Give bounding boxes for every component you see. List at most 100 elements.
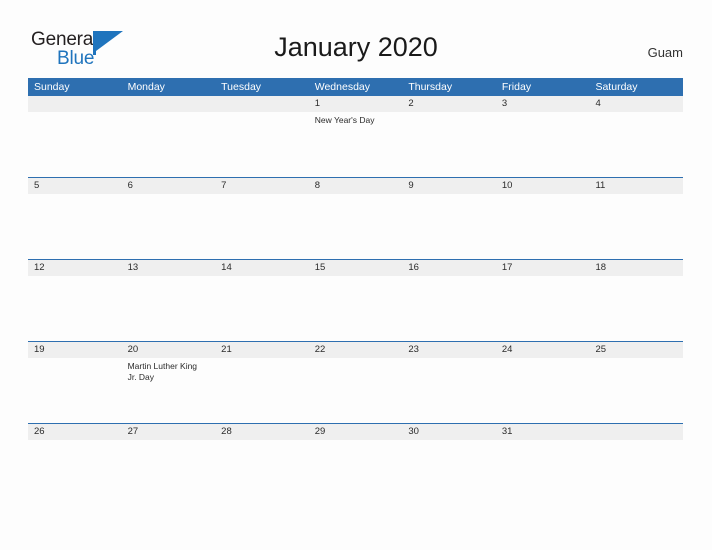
week-event-band (28, 276, 683, 341)
location-label: Guam (647, 45, 683, 60)
day-cell[interactable] (402, 194, 496, 259)
day-cell[interactable]: Martin Luther King Jr. Day (122, 358, 216, 423)
date-number[interactable]: 23 (402, 342, 496, 358)
day-cell[interactable] (589, 112, 683, 177)
day-cell[interactable] (28, 276, 122, 341)
day-cell[interactable] (496, 194, 590, 259)
week-date-band: 12 13 14 15 16 17 18 (28, 260, 683, 276)
calendar-grid: Sunday Monday Tuesday Wednesday Thursday… (28, 78, 683, 505)
day-header-tuesday: Tuesday (221, 81, 262, 93)
day-cell[interactable] (28, 112, 122, 177)
day-header-friday: Friday (501, 81, 532, 93)
day-header-thursday: Thursday (408, 81, 453, 93)
week-event-band (28, 194, 683, 259)
day-cell[interactable] (402, 358, 496, 423)
page-header: General Blue January 2020 Guam (0, 0, 712, 76)
date-number[interactable]: 10 (496, 178, 590, 194)
week-row: 1 2 3 4 New Year's Day (28, 96, 683, 177)
week-row: 12 13 14 15 16 17 18 (28, 259, 683, 341)
day-cell[interactable] (496, 440, 590, 505)
date-number[interactable]: 29 (309, 424, 403, 440)
date-number[interactable]: 24 (496, 342, 590, 358)
date-number[interactable] (28, 96, 122, 112)
date-number[interactable]: 9 (402, 178, 496, 194)
date-number[interactable]: 30 (402, 424, 496, 440)
day-cell[interactable] (402, 440, 496, 505)
date-number[interactable]: 13 (122, 260, 216, 276)
day-of-week-header: Sunday Monday Tuesday Wednesday Thursday… (28, 78, 683, 96)
day-cell[interactable] (402, 276, 496, 341)
date-number[interactable]: 15 (309, 260, 403, 276)
day-cell[interactable] (122, 194, 216, 259)
day-cell[interactable] (496, 358, 590, 423)
date-number[interactable]: 31 (496, 424, 590, 440)
day-cell[interactable]: New Year's Day (309, 112, 403, 177)
date-number[interactable]: 2 (402, 96, 496, 112)
date-number[interactable]: 27 (122, 424, 216, 440)
day-header-sunday: Sunday (34, 81, 70, 93)
date-number[interactable]: 16 (402, 260, 496, 276)
page-title: January 2020 (274, 32, 438, 62)
week-row: 5 6 7 8 9 10 11 (28, 177, 683, 259)
day-cell[interactable] (496, 112, 590, 177)
day-cell[interactable] (28, 358, 122, 423)
date-number[interactable]: 4 (589, 96, 683, 112)
event-label: Martin Luther King Jr. Day (127, 361, 198, 382)
day-cell[interactable] (122, 276, 216, 341)
date-number[interactable]: 3 (496, 96, 590, 112)
day-cell[interactable] (28, 440, 122, 505)
date-number[interactable]: 6 (122, 178, 216, 194)
day-cell[interactable] (496, 276, 590, 341)
date-number[interactable]: 7 (215, 178, 309, 194)
day-cell[interactable] (589, 440, 683, 505)
date-number[interactable]: 8 (309, 178, 403, 194)
day-cell[interactable] (215, 440, 309, 505)
date-number[interactable]: 12 (28, 260, 122, 276)
day-header-saturday: Saturday (595, 81, 638, 93)
day-cell[interactable] (589, 276, 683, 341)
day-cell[interactable] (215, 276, 309, 341)
day-cell[interactable] (215, 112, 309, 177)
week-event-band: New Year's Day (28, 112, 683, 177)
week-date-band: 19 20 21 22 23 24 25 (28, 342, 683, 358)
date-number[interactable]: 19 (28, 342, 122, 358)
date-number[interactable]: 17 (496, 260, 590, 276)
date-number[interactable]: 18 (589, 260, 683, 276)
date-number[interactable]: 21 (215, 342, 309, 358)
date-number[interactable]: 20 (122, 342, 216, 358)
day-cell[interactable] (122, 112, 216, 177)
day-cell[interactable] (309, 358, 403, 423)
week-event-band: Martin Luther King Jr. Day (28, 358, 683, 423)
day-cell[interactable] (309, 276, 403, 341)
date-number[interactable]: 1 (309, 96, 403, 112)
week-date-band: 26 27 28 29 30 31 (28, 424, 683, 440)
day-cell[interactable] (28, 194, 122, 259)
day-cell[interactable] (215, 358, 309, 423)
week-date-band: 5 6 7 8 9 10 11 (28, 178, 683, 194)
day-cell[interactable] (402, 112, 496, 177)
date-number[interactable]: 14 (215, 260, 309, 276)
week-row: 19 20 21 22 23 24 25 Martin Luther King … (28, 341, 683, 423)
date-number[interactable]: 26 (28, 424, 122, 440)
date-number[interactable]: 28 (215, 424, 309, 440)
day-cell[interactable] (589, 358, 683, 423)
day-cell[interactable] (309, 194, 403, 259)
calendar-page: General Blue January 2020 Guam Sunday Mo… (0, 0, 712, 550)
day-header-monday: Monday (127, 81, 165, 93)
day-cell[interactable] (122, 440, 216, 505)
date-number[interactable] (215, 96, 309, 112)
week-row: 26 27 28 29 30 31 (28, 423, 683, 505)
date-number[interactable]: 11 (589, 178, 683, 194)
date-number[interactable] (589, 424, 683, 440)
event-label: New Year's Day (314, 115, 375, 125)
date-number[interactable] (122, 96, 216, 112)
day-cell[interactable] (309, 440, 403, 505)
day-cell[interactable] (215, 194, 309, 259)
day-cell[interactable] (589, 194, 683, 259)
date-number[interactable]: 5 (28, 178, 122, 194)
date-number[interactable]: 22 (309, 342, 403, 358)
date-number[interactable]: 25 (589, 342, 683, 358)
day-header-wednesday: Wednesday (314, 81, 370, 93)
week-event-band (28, 440, 683, 505)
week-date-band: 1 2 3 4 (28, 96, 683, 112)
